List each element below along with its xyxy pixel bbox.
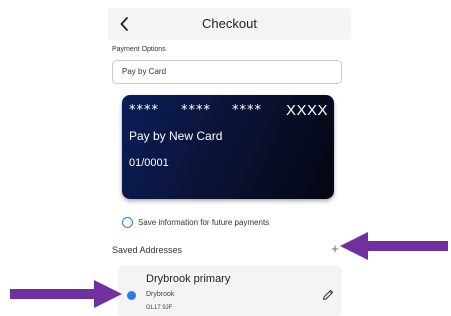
card-number-mask-3: **** bbox=[232, 103, 262, 118]
card-name: Pay by New Card bbox=[129, 129, 223, 143]
checkout-screen: Checkout Payment Options Pay by Card ***… bbox=[108, 0, 351, 316]
save-info-label: Save information for future payments bbox=[138, 218, 270, 227]
annotation-arrow-address bbox=[10, 280, 122, 308]
annotation-arrow-add bbox=[340, 232, 448, 260]
saved-addresses-heading: Saved Addresses bbox=[112, 245, 183, 255]
card-number-last: XXXX bbox=[286, 102, 329, 119]
payment-options-label: Payment Options bbox=[112, 46, 166, 53]
payment-option-select[interactable]: Pay by Card bbox=[112, 60, 342, 84]
screenshot-stage: Checkout Payment Options Pay by Card ***… bbox=[0, 0, 451, 316]
address-selected-radio[interactable] bbox=[127, 291, 136, 300]
card-expiry: 01/0001 bbox=[129, 157, 169, 169]
address-name: Drybrook primary bbox=[146, 273, 231, 285]
pencil-icon bbox=[322, 289, 334, 301]
page-title: Checkout bbox=[202, 16, 257, 31]
payment-card[interactable]: **** **** **** XXXX Pay by New Card 01/0… bbox=[122, 95, 334, 199]
address-postcode: GL17 9JF bbox=[146, 305, 173, 311]
save-info-radio[interactable] bbox=[122, 217, 133, 228]
card-number-mask-2: **** bbox=[181, 103, 211, 118]
card-number-mask-1: **** bbox=[129, 103, 159, 118]
address-card[interactable]: Drybrook primary Drybrook GL17 9JF bbox=[118, 266, 342, 316]
edit-address-button[interactable] bbox=[321, 288, 335, 302]
app-header: Checkout bbox=[108, 8, 351, 40]
save-info-row[interactable]: Save information for future payments bbox=[122, 217, 269, 228]
address-line-1: Drybrook bbox=[146, 291, 175, 298]
